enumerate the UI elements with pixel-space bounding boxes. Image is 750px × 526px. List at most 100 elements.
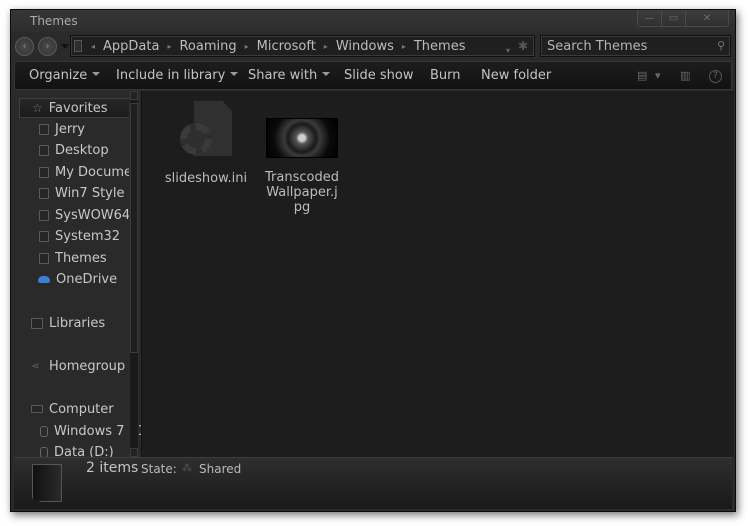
drive-icon	[40, 425, 48, 437]
folder-icon	[32, 464, 62, 502]
sidebar-item-homegroup[interactable]: ⋖ Homegroup	[31, 356, 125, 376]
sidebar-item-label: Computer	[49, 401, 114, 417]
folder-icon	[39, 230, 49, 242]
navigation-bar: ‹ › ◂ AppData ▸ Roaming ▸ Microsoft ▸ Wi…	[11, 32, 735, 60]
gear-icon	[180, 123, 212, 155]
state-value: Shared	[199, 462, 242, 476]
folder-icon	[39, 252, 49, 264]
file-name: slideshow.ini	[164, 171, 248, 186]
scroll-down-button[interactable]	[130, 448, 138, 457]
address-dropdown-icon[interactable]: ▾	[506, 46, 510, 55]
sidebar-item-drive-d[interactable]: Data (D:)	[40, 442, 114, 457]
search-icon[interactable]: ⚲	[717, 39, 725, 52]
include-in-library-label: Include in library	[116, 68, 226, 83]
search-placeholder: Search Themes	[547, 39, 648, 54]
folder-icon	[74, 40, 82, 52]
homegroup-icon: ⋖	[31, 360, 40, 372]
desktop-icon	[39, 144, 49, 156]
title-bar: Themes — ▭ ✕	[11, 10, 735, 32]
sidebar-item-label: OneDrive	[56, 271, 118, 287]
sidebar-item-my-documents[interactable]: My Documer	[39, 162, 137, 182]
view-options-caret-icon[interactable]: ▾	[655, 69, 661, 82]
organize-button[interactable]: Organize	[29, 68, 101, 83]
file-item-slideshow-ini[interactable]: slideshow.ini	[161, 101, 251, 186]
breadcrumb-roaming[interactable]: Roaming	[179, 39, 236, 54]
chevron-right-icon[interactable]: ▸	[245, 42, 249, 51]
sidebar-item-system32[interactable]: System32	[39, 226, 120, 246]
folder-icon	[39, 209, 49, 221]
sidebar-item-label: Libraries	[49, 315, 106, 331]
chevron-down-icon	[322, 72, 331, 76]
folder-icon	[39, 166, 49, 178]
chevron-left-icon[interactable]: ◂	[91, 42, 95, 51]
share-with-label: Share with	[248, 68, 318, 83]
navigation-pane-scrollbar[interactable]	[129, 91, 139, 457]
burn-button[interactable]: Burn	[430, 68, 461, 83]
close-button[interactable]: ✕	[686, 10, 728, 26]
settings-file-icon	[180, 101, 232, 167]
new-folder-button[interactable]: New folder	[481, 68, 551, 83]
address-bar[interactable]: ◂ AppData ▸ Roaming ▸ Microsoft ▸ Window…	[70, 35, 535, 57]
chevron-right-icon[interactable]: ▸	[402, 42, 406, 51]
sidebar-item-themes[interactable]: Themes	[39, 248, 107, 268]
preview-pane-icon[interactable]: ▥	[680, 69, 690, 82]
minimize-button[interactable]: —	[638, 10, 662, 26]
sidebar-item-computer[interactable]: Computer	[31, 399, 114, 419]
recent-pages-dropdown[interactable]	[61, 44, 69, 49]
back-button[interactable]: ‹	[15, 37, 34, 56]
sidebar-item-syswow64[interactable]: SysWOW64	[39, 205, 130, 225]
chevron-right-icon[interactable]: ▸	[167, 42, 171, 51]
navigation-pane: ☆ Favorites Jerry Desktop My Documer Win…	[14, 91, 141, 457]
refresh-icon[interactable]: ✱	[518, 39, 528, 53]
scroll-up-button[interactable]	[130, 91, 138, 100]
share-with-button[interactable]: Share with	[248, 68, 331, 83]
item-count: 2 items	[86, 460, 139, 476]
breadcrumb-windows[interactable]: Windows	[336, 39, 394, 54]
library-icon	[31, 317, 43, 329]
forward-button[interactable]: ›	[38, 37, 57, 56]
sidebar-item-jerry[interactable]: Jerry	[39, 119, 85, 139]
cloud-icon	[38, 275, 50, 283]
change-view-icon[interactable]: ▤	[637, 69, 647, 82]
sidebar-item-label: System32	[55, 228, 121, 244]
file-name: Transcoded Wallpaper.jpg	[265, 170, 339, 215]
help-icon[interactable]: ?	[709, 70, 722, 83]
scrollbar-thumb[interactable]	[130, 103, 138, 353]
sidebar-item-label: Homegroup	[49, 358, 126, 374]
sidebar-item-label: Data (D:)	[54, 444, 114, 458]
state-label: State:	[141, 462, 177, 476]
breadcrumb-microsoft[interactable]: Microsoft	[257, 39, 316, 54]
sidebar-item-onedrive[interactable]: OneDrive	[38, 269, 117, 289]
window-title: Themes	[30, 14, 78, 28]
search-input[interactable]: Search Themes ⚲	[540, 35, 731, 57]
sidebar-item-favorites[interactable]: ☆ Favorites	[19, 98, 131, 118]
explorer-window: Themes — ▭ ✕ ‹ › ◂ AppData ▸ Roaming ▸ M…	[10, 9, 736, 512]
caption-buttons: — ▭ ✕	[637, 10, 729, 27]
sidebar-item-libraries[interactable]: Libraries	[31, 313, 105, 333]
organize-label: Organize	[29, 68, 88, 83]
sidebar-item-win7-style[interactable]: Win7 Style B	[39, 183, 138, 203]
include-in-library-button[interactable]: Include in library	[116, 68, 239, 83]
folder-icon	[39, 123, 49, 135]
sidebar-item-label: Desktop	[55, 142, 109, 158]
sidebar-item-label: Jerry	[55, 121, 85, 137]
sidebar-item-drive-c[interactable]: Windows 7 (C	[40, 421, 141, 441]
chevron-down-icon	[230, 72, 239, 76]
sidebar-item-desktop[interactable]: Desktop	[39, 140, 109, 160]
slide-show-button[interactable]: Slide show	[344, 68, 413, 83]
sidebar-item-label: SysWOW64	[55, 207, 131, 223]
sidebar-item-label: Win7 Style B	[55, 185, 138, 201]
maximize-button[interactable]: ▭	[662, 10, 686, 26]
breadcrumb-appdata[interactable]: AppData	[103, 39, 159, 54]
chevron-right-icon[interactable]: ▸	[324, 42, 328, 51]
sidebar-item-label: Windows 7 (C	[54, 423, 141, 439]
breadcrumb-themes[interactable]: Themes	[414, 39, 466, 54]
sidebar-item-label: My Documer	[55, 164, 138, 180]
details-pane: 2 items State: ⁂ Shared	[14, 457, 732, 509]
breadcrumb: ◂ AppData ▸ Roaming ▸ Microsoft ▸ Window…	[91, 39, 465, 54]
file-item-transcoded-wallpaper[interactable]: Transcoded Wallpaper.jpg	[257, 101, 347, 215]
drive-icon	[40, 446, 48, 457]
star-icon: ☆	[32, 101, 43, 115]
sidebar-item-label: Favorites	[48, 100, 108, 116]
shared-icon: ⁂	[182, 463, 192, 474]
